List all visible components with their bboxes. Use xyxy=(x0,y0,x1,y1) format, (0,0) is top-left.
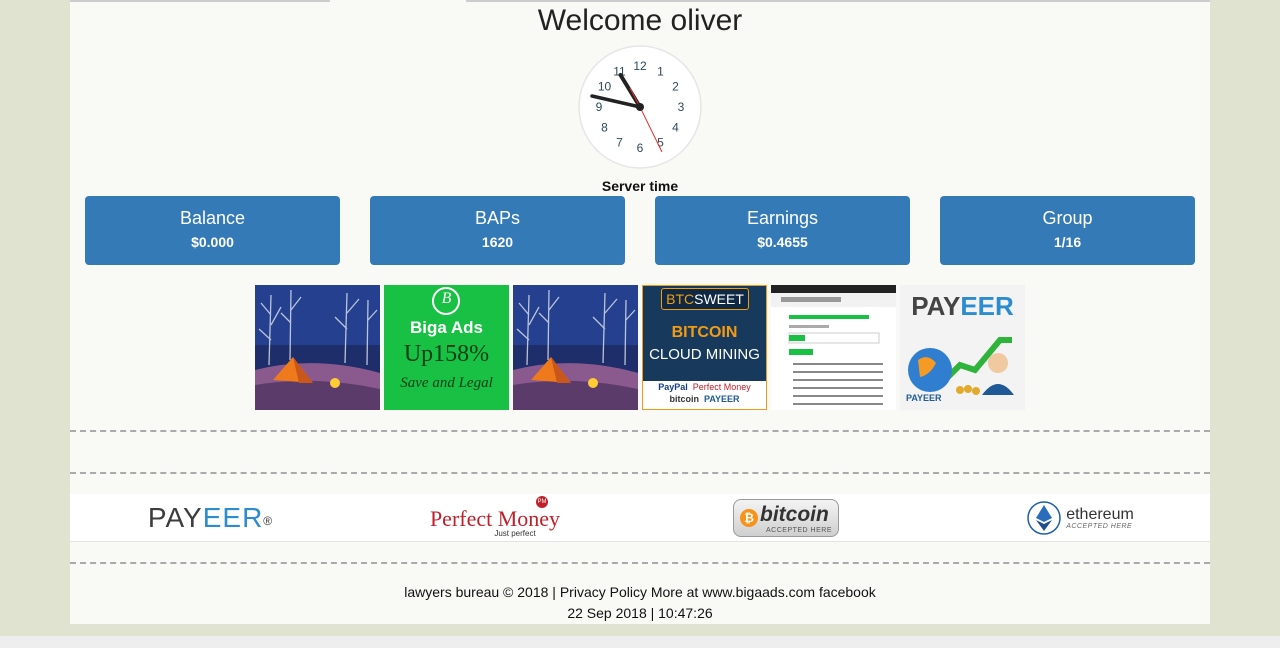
earnings-title: Earnings xyxy=(746,208,819,228)
clock-number: 9 xyxy=(596,100,603,114)
bitcoin-symbol-icon: ₿ xyxy=(740,509,758,527)
clock-number: 6 xyxy=(637,141,644,155)
group-title: Group xyxy=(1042,208,1093,228)
bitcoin-logo: ₿ bitcoin ACCEPTED HERE xyxy=(732,494,840,542)
biga-logo-letter: B xyxy=(441,290,452,307)
clock-number: 5 xyxy=(657,136,664,150)
facebook-link[interactable]: facebook xyxy=(819,584,876,600)
earnings-value: $0.4655 xyxy=(757,234,808,250)
bitcoin-sub: ACCEPTED HERE xyxy=(766,527,833,534)
earnings-card[interactable]: Earnings $0.4655 xyxy=(655,196,910,265)
winter-camp-banner-2[interactable] xyxy=(513,285,638,410)
clock-number: 12 xyxy=(633,59,647,73)
btcsweet-pay-bitcoin: bitcoin xyxy=(669,394,699,404)
privacy-policy-link[interactable]: Privacy Policy xyxy=(560,584,647,600)
balance-card[interactable]: Balance $0.000 xyxy=(85,196,340,265)
ethereum-sub: ACCEPTED HERE xyxy=(1066,522,1133,530)
active-tab-gap xyxy=(330,0,466,2)
pm-name: Perfect Money xyxy=(429,505,561,531)
biga-brand: Biga Ads xyxy=(409,318,484,337)
main-panel: Welcome oliver 12 1 2 3 4 5 6 7 8 9 10 11 Server ti… xyxy=(70,0,1210,624)
divider-1 xyxy=(70,430,1210,432)
balance-value: $0.000 xyxy=(191,234,234,250)
ethereum-icon xyxy=(1027,501,1061,535)
bitcoin-name: bitcoin xyxy=(760,503,829,526)
perfect-money-logo: PM Perfect Money Just perfect xyxy=(420,494,570,542)
clock-number: 1 xyxy=(657,65,664,79)
footer-copyright: lawyers bureau © 2018 | xyxy=(404,584,556,600)
divider-3 xyxy=(70,562,1210,564)
clock-number: 7 xyxy=(616,136,623,150)
payeer-logo-a: PAY xyxy=(147,502,203,533)
clock-number: 8 xyxy=(601,121,608,135)
balance-title: Balance xyxy=(179,208,246,228)
clock-number: 10 xyxy=(598,80,612,94)
payeer-logo-reg: ® xyxy=(263,514,273,528)
page-bottom-strip xyxy=(0,636,1280,648)
server-time-label: Server time xyxy=(601,178,679,194)
more-link[interactable]: More at www.bigaads.com xyxy=(651,584,815,600)
app-screenshot-banner[interactable] xyxy=(771,285,896,410)
btcsweet-line1: BITCOIN xyxy=(671,324,738,341)
payeer-banner[interactable]: PAYEER PAYEER xyxy=(900,285,1025,410)
ethereum-logo: ethereum ACCEPTED HERE xyxy=(1020,494,1140,542)
btcsweet-brand-b: SWEET xyxy=(694,291,744,307)
btcsweet-line2: CLOUD MINING xyxy=(649,346,760,363)
clock-number: 3 xyxy=(678,100,685,114)
welcome-title: Welcome oliver xyxy=(537,4,743,37)
btcsweet-brand-a: BTC xyxy=(666,291,695,307)
baps-value: 1620 xyxy=(481,234,514,250)
footer-datetime: 22 Sep 2018 | 10:47:26 xyxy=(567,605,713,621)
divider-2 xyxy=(70,472,1210,474)
biga-tagline: Up158% xyxy=(403,341,490,367)
winter-camp-banner-1[interactable] xyxy=(255,285,380,410)
pm-badge: PM xyxy=(536,496,548,508)
group-value: 1/16 xyxy=(1053,234,1082,250)
payeer-banner-small: PAYEER xyxy=(906,393,942,403)
biga-ads-banner[interactable]: B Biga Ads Up158% Save and Legal xyxy=(384,285,509,410)
analog-clock: 12 1 2 3 4 5 6 7 8 9 10 11 xyxy=(578,45,702,169)
btcsweet-pay-paypal: PayPal xyxy=(658,382,688,392)
clock-number: 2 xyxy=(672,80,679,94)
top-border xyxy=(70,0,1210,2)
payment-methods-band: PAY EER ® PM Perfect Money Just perfect ₿ … xyxy=(70,494,1210,542)
pm-sub: Just perfect xyxy=(494,528,536,538)
footer-links: lawyers bureau © 2018 | Privacy Policy M… xyxy=(70,584,1210,600)
biga-slogan: Save and Legal xyxy=(400,375,493,391)
clock-number: 4 xyxy=(672,121,679,135)
payeer-logo-b: EER xyxy=(202,502,264,533)
payeer-logo: PAY EER ® xyxy=(130,494,290,542)
group-card[interactable]: Group 1/16 xyxy=(940,196,1195,265)
baps-title: BAPs xyxy=(474,208,521,228)
btcsweet-pay-pm: Perfect Money xyxy=(692,382,751,392)
btcsweet-pay-payeer: PAYEER xyxy=(703,394,740,404)
btcsweet-banner[interactable]: BTCSWEET BITCOIN CLOUD MINING PayPal Per… xyxy=(642,285,767,410)
baps-card[interactable]: BAPs 1620 xyxy=(370,196,625,265)
ethereum-name: ethereum xyxy=(1066,505,1134,523)
